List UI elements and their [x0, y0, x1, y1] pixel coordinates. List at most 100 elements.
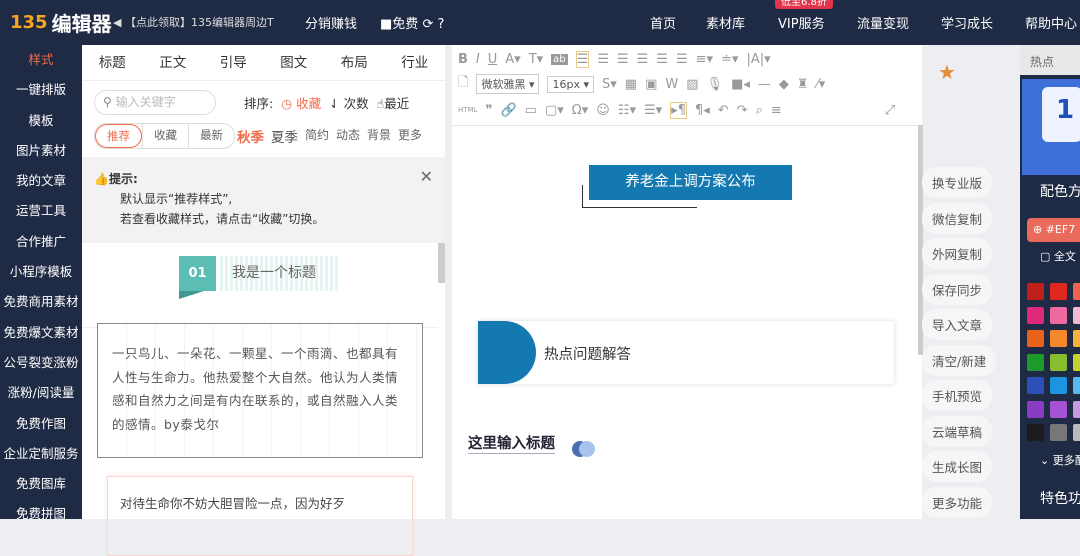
color-swatch[interactable] [1027, 377, 1044, 394]
color-swatch[interactable] [1027, 283, 1044, 300]
insert-frame-icon[interactable]: ▢▾ [545, 103, 564, 118]
rtl-icon[interactable]: ¶◂ [695, 103, 710, 118]
find-icon[interactable]: ⌕ [756, 103, 763, 118]
color-swatch[interactable] [1073, 353, 1080, 371]
tag-dynamic[interactable]: 动态 [336, 126, 360, 146]
seg-latest[interactable]: 最新 [188, 124, 234, 148]
tab-hot[interactable]: 热点 [1030, 53, 1054, 70]
template-icon[interactable]: ▭ [525, 103, 537, 118]
close-icon[interactable]: ✕ [420, 167, 433, 187]
color-input[interactable]: ⊕ #EF7 [1027, 218, 1080, 242]
notice-link[interactable]: ◀ 【点此领取】135编辑器周边T [113, 14, 288, 30]
font-color-icon[interactable]: A▾ [505, 52, 520, 67]
ordered-list-icon[interactable]: ☷▾ [618, 103, 636, 118]
sidebar-item[interactable]: 免费爆文素材 [0, 318, 82, 348]
sidebar-item[interactable]: 免费作图 [0, 409, 82, 439]
color-swatch[interactable] [1050, 424, 1067, 441]
sort-recent[interactable]: ☝最近 [377, 93, 410, 112]
align-justify-icon[interactable]: ☰ [637, 52, 649, 67]
letter-spacing-icon[interactable]: |A|▾ [746, 52, 770, 67]
fullscreen-icon[interactable]: ⤢ [885, 103, 895, 118]
color-swatch[interactable] [1050, 353, 1067, 371]
color-swatch[interactable] [1027, 330, 1044, 347]
distribute-link[interactable]: 分销赚钱 [305, 13, 357, 32]
special-char-icon[interactable]: Ω▾ [572, 103, 588, 118]
size-select[interactable]: 16px ▾ [547, 75, 595, 93]
seg-favorites[interactable]: 收藏 [142, 124, 188, 148]
italic-icon[interactable]: I [476, 52, 480, 67]
switch-pro-button[interactable]: 换专业版 [922, 167, 993, 199]
outdent-icon[interactable]: ☰ [676, 52, 688, 67]
style-card-text[interactable]: 对待生命你不妨大胆冒险一点，因为好歹 [107, 476, 413, 556]
color-swatch[interactable] [1050, 377, 1067, 394]
bold-icon[interactable]: B [458, 52, 468, 67]
strikethrough-icon[interactable]: S▾ [602, 77, 617, 92]
new-doc-icon[interactable]: 🗋 [458, 73, 468, 95]
color-swatch[interactable] [1050, 400, 1067, 418]
sidebar-item[interactable]: 样式 [0, 45, 82, 75]
nav-learn[interactable]: 学习成长 [941, 13, 993, 32]
sidebar-item[interactable]: 免费商用素材 [0, 287, 82, 317]
nav-home[interactable]: 首页 [650, 13, 676, 32]
logo[interactable]: 135 编辑器 [10, 8, 112, 37]
color-swatch[interactable] [1073, 377, 1080, 394]
sidebar-item[interactable]: 企业定制服务 [0, 439, 82, 469]
external-copy-button[interactable]: 外网复制 [922, 238, 993, 270]
color-swatch[interactable] [1073, 424, 1080, 441]
color-swatch[interactable] [1050, 306, 1067, 324]
cloud-draft-button[interactable]: 云端草稿 [922, 415, 993, 447]
promo-banner[interactable]: 1 [1022, 79, 1080, 175]
mobile-preview-button[interactable]: 手机预览 [922, 380, 993, 412]
tag-summer[interactable]: 夏季 [271, 126, 298, 146]
color-swatch[interactable] [1073, 283, 1080, 300]
tab-layout[interactable]: 布局 [341, 45, 368, 80]
color-swatch[interactable] [1073, 306, 1080, 324]
sidebar-item[interactable]: 免费拼图 [0, 499, 82, 529]
font-select[interactable]: 微软雅黑 ▾ [476, 74, 540, 94]
align-right-icon[interactable]: ☰ [617, 52, 629, 67]
seg-recommend[interactable]: 推荐 [95, 124, 142, 148]
table-icon[interactable]: ▦ [625, 77, 637, 92]
import-article-button[interactable]: 导入文章 [922, 309, 993, 341]
more-colors-link[interactable]: ⌄ 更多配色 [1040, 452, 1080, 468]
align-left-icon[interactable]: ☰ [575, 50, 590, 68]
align-center-icon[interactable]: ☰ [597, 52, 609, 67]
video-icon[interactable]: ■◂ [731, 77, 750, 92]
help-icon[interactable]: ? [438, 17, 445, 32]
paragraph-format-icon[interactable]: ≡ [771, 103, 782, 118]
sidebar-item[interactable]: 小程序模板 [0, 257, 82, 287]
quote-icon[interactable]: ❞ [485, 103, 492, 118]
link-icon[interactable]: 🔗 [500, 103, 516, 118]
sort-favorites[interactable]: ◷ 收藏 [281, 93, 321, 112]
tab-body[interactable]: 正文 [159, 45, 186, 80]
color-swatch[interactable] [1027, 353, 1044, 371]
color-swatch[interactable] [1050, 283, 1067, 300]
underline-icon[interactable]: U [488, 52, 498, 67]
unordered-list-icon[interactable]: ☰▾ [644, 103, 662, 118]
save-sync-button[interactable]: 保存同步 [922, 273, 993, 305]
color-swatch[interactable] [1027, 424, 1044, 441]
sidebar-item[interactable]: 合作推广 [0, 227, 82, 257]
hr-icon[interactable]: — [758, 77, 771, 92]
color-swatch[interactable] [1073, 330, 1080, 347]
refresh-icon[interactable]: ⟳ [422, 17, 433, 32]
search-input[interactable]: ⚲ 输入关键字 [94, 90, 216, 115]
ltr-icon[interactable]: ▸¶ [670, 101, 687, 119]
selection-frame[interactable] [582, 185, 697, 208]
sidebar-item[interactable]: 我的文章 [0, 166, 82, 196]
sidebar-item[interactable]: 运营工具 [0, 196, 82, 226]
style-card-title[interactable]: 01 我是一个标题 [82, 243, 438, 328]
sidebar-item[interactable]: 公号裂变涨粉 [0, 348, 82, 378]
emoji-icon[interactable]: ☺ [596, 103, 610, 118]
undo-icon[interactable]: ↶ [718, 103, 729, 118]
tab-image-text[interactable]: 图文 [280, 45, 307, 80]
picture-icon[interactable]: ▨ [686, 77, 698, 92]
free-toggle[interactable]: ■免费 ⟳ ? [380, 13, 444, 32]
more-features-button[interactable]: 更多功能 [922, 486, 993, 518]
html-icon[interactable]: HTML [458, 106, 477, 114]
paragraph-spacing-icon[interactable]: ≐▾ [721, 52, 738, 67]
tab-guide[interactable]: 引导 [220, 45, 247, 80]
nav-traffic[interactable]: 流量变现 [857, 13, 909, 32]
tag-more[interactable]: 更多 [398, 126, 422, 146]
image-icon[interactable]: ▣ [645, 77, 657, 92]
